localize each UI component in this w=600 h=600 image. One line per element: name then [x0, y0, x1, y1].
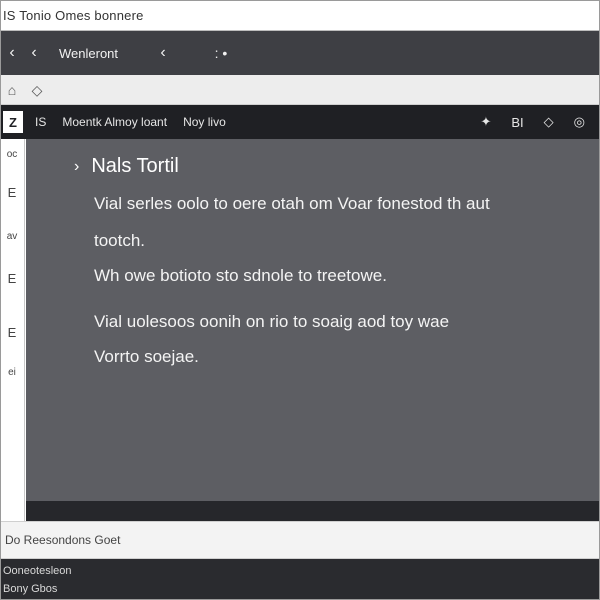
diamond-action-icon[interactable]: ◇	[544, 114, 554, 130]
section-heading: › Nals Tortil	[74, 155, 179, 178]
toolbar: ⌂ ◇	[1, 75, 599, 105]
status-text: Do Reesondons Goet	[5, 533, 121, 547]
sidebar-item-5[interactable]: E	[1, 321, 23, 343]
panel-icon[interactable]: Z	[3, 111, 23, 133]
sidebar-item-2[interactable]: E	[1, 181, 23, 203]
breadcrumb-item-1[interactable]: IS	[35, 115, 46, 129]
navigation-bar: ‹ ‹ Wenleront ‹ : •	[1, 31, 599, 75]
section-title: Nals Tortil	[91, 155, 179, 177]
bottom-bar: Ooneotesleon Bony Gbos	[1, 559, 599, 599]
text-line-1: Vial serles oolo to oere otah om Voar fo…	[94, 194, 490, 213]
bottom-line-2: Bony Gbos	[3, 583, 58, 595]
home-icon[interactable]: ⌂	[3, 75, 21, 105]
title-bar: IS Tonio Omes bonnere	[1, 1, 599, 31]
bottom-line-1: Ooneotesleon	[3, 565, 72, 577]
more-options-icon[interactable]: : •	[203, 31, 239, 75]
main-content: › Nals Tortil Vial serles oolo to oere o…	[26, 139, 599, 501]
sidebar-item-3[interactable]: av	[1, 225, 23, 247]
star-icon[interactable]: ✦	[480, 114, 491, 130]
sidebar: oc E av E E ei	[1, 139, 25, 521]
app-window: IS Tonio Omes bonnere ‹ ‹ Wenleront ‹ : …	[0, 0, 600, 600]
text-line-4: Vial uolesoos oonih on rio to soaig aod …	[94, 312, 450, 331]
breadcrumb-item-3[interactable]: Noy livo	[183, 115, 226, 129]
panel-actions: ✦ BI ◇ ◎	[480, 105, 585, 139]
sidebar-item-6[interactable]: ei	[1, 361, 23, 383]
chevron-left-icon[interactable]: ‹	[151, 31, 175, 75]
text-line-2: tootch.	[94, 231, 146, 250]
content-footer	[26, 501, 599, 521]
breadcrumb: IS Moentk Almoy loant Noy livo	[35, 105, 226, 139]
text-line-5: Vorrto soejae.	[94, 347, 199, 366]
panel-action-bi[interactable]: BI	[511, 115, 523, 130]
chevron-right-icon[interactable]: ›	[74, 158, 79, 176]
previous-icon[interactable]: ‹	[23, 31, 45, 75]
sidebar-item-4[interactable]: E	[1, 267, 23, 289]
sidebar-item-1[interactable]: oc	[1, 143, 23, 165]
text-line-3: Wh owe botioto sto sdnole to treetowe.	[94, 266, 387, 285]
breadcrumb-item-2[interactable]: Moentk Almoy loant	[62, 115, 167, 129]
panel-header: Z IS Moentk Almoy loant Noy livo ✦ BI ◇ …	[1, 105, 599, 139]
target-icon[interactable]: ◎	[574, 114, 585, 130]
back-icon[interactable]: ‹	[1, 31, 23, 75]
nav-title: Wenleront	[59, 45, 119, 61]
window-title: IS Tonio Omes bonnere	[3, 8, 144, 23]
diamond-icon[interactable]: ◇	[27, 75, 47, 105]
status-bar: Do Reesondons Goet	[1, 521, 599, 559]
